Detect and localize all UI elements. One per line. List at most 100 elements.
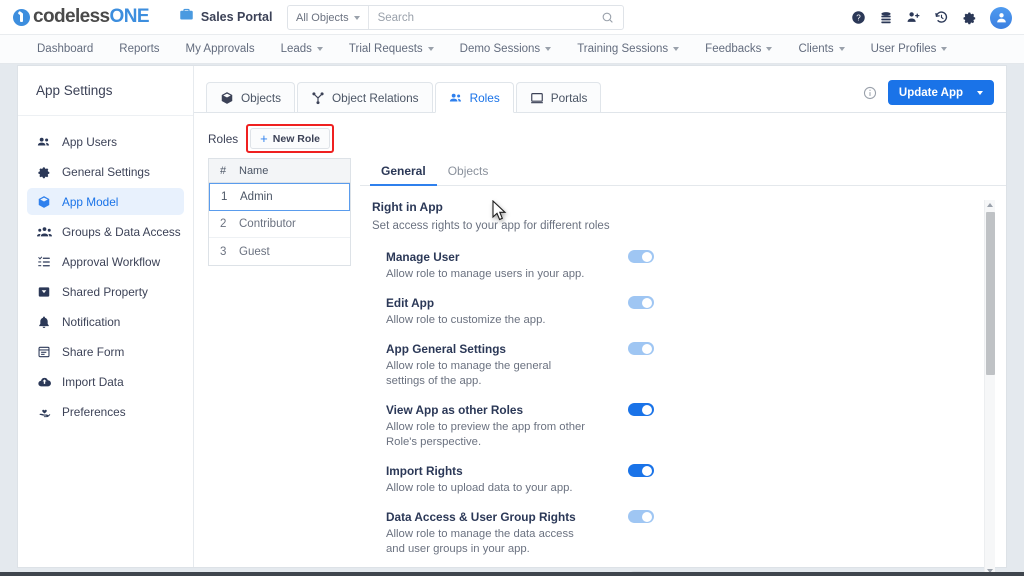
nav-item-label: Leads [281, 43, 312, 55]
right-label: View App as other Roles [386, 403, 956, 417]
sidebar-item-groups-data-access[interactable]: Groups & Data Access [27, 218, 184, 245]
role-index: 1 [210, 191, 240, 203]
history-icon[interactable] [934, 10, 949, 25]
sidebar-list: App Users General Settings App Model Groups… [18, 116, 193, 425]
sidebar-item-general-settings[interactable]: General Settings [27, 158, 184, 185]
right-description: Allow role to customize the app. [386, 313, 586, 328]
right-toggle[interactable] [628, 342, 654, 355]
update-app-label: Update App [899, 87, 963, 99]
new-role-button[interactable]: + New Role [250, 128, 330, 149]
right-toggle[interactable] [628, 296, 654, 309]
table-row[interactable]: 1Admin [209, 183, 350, 211]
role-name: Contributor [239, 218, 296, 230]
nav-item-label: My Approvals [186, 43, 255, 55]
right-toggle[interactable] [628, 403, 654, 416]
sidebar-item-approval-workflow[interactable]: Approval Workflow [27, 248, 184, 275]
right-toggle[interactable] [628, 464, 654, 477]
nav-item-label: Feedbacks [705, 43, 761, 55]
global-search[interactable]: All Objects [287, 5, 624, 30]
main-content: Objects Object Relations RolesPortals Upda… [194, 66, 1006, 567]
column-header-name: Name [239, 165, 268, 177]
update-app-button[interactable]: Update App [888, 80, 994, 105]
gear-icon[interactable] [962, 10, 977, 25]
sidebar-item-preferences[interactable]: Preferences [27, 398, 184, 425]
database-icon[interactable] [879, 11, 893, 25]
nav-item-reports[interactable]: Reports [106, 35, 172, 63]
right-toggle[interactable] [628, 250, 654, 263]
sidebar-item-shared-property[interactable]: Shared Property [27, 278, 184, 305]
hand-heart-icon [36, 405, 52, 419]
nav-item-feedbacks[interactable]: Feedbacks [692, 35, 785, 63]
monitor-icon [530, 91, 544, 105]
right-label: Data Access & User Group Rights [386, 510, 956, 524]
subtab-general[interactable]: General [370, 158, 437, 185]
chevron-down-icon [766, 47, 772, 51]
tab-object-relations[interactable]: Object Relations [297, 82, 433, 112]
role-index: 3 [209, 246, 239, 258]
right-item: Manage UserAllow role to manage users in… [372, 250, 1006, 282]
chevron-down-icon [941, 47, 947, 51]
sidebar-item-label: Approval Workflow [62, 255, 160, 269]
cube-icon [36, 195, 52, 209]
nav-item-user-profiles[interactable]: User Profiles [858, 35, 961, 63]
vertical-scrollbar[interactable] [984, 200, 995, 576]
top-bar: codelessONE Sales Portal All Objects ? [0, 0, 1024, 35]
search-scope-select[interactable]: All Objects [288, 6, 369, 29]
role-detail-panel: GeneralObjects Right in App Set access r… [360, 158, 1006, 576]
nav-item-training-sessions[interactable]: Training Sessions [564, 35, 692, 63]
nav-item-dashboard[interactable]: Dashboard [24, 35, 106, 63]
nav-item-leads[interactable]: Leads [268, 35, 336, 63]
settings-sidebar: App Settings App UsersGeneral SettingsAp… [18, 66, 194, 567]
sidebar-item-app-users[interactable]: App Users [27, 128, 184, 155]
help-icon[interactable]: ? [851, 10, 866, 25]
info-icon[interactable] [863, 86, 877, 100]
right-description: Allow role to upload data to your app. [386, 481, 586, 496]
search-input[interactable] [369, 12, 601, 24]
right-label: Import Rights [386, 464, 956, 478]
nav-item-label: Trial Requests [349, 43, 423, 55]
right-description: Allow role to manage the data access and… [386, 527, 586, 557]
add-user-icon[interactable] [906, 10, 921, 25]
nav-item-label: Training Sessions [577, 43, 668, 55]
app-logo[interactable]: codelessONE [13, 6, 149, 28]
table-row[interactable]: 3Guest [209, 238, 350, 265]
sidebar-item-app-model[interactable]: App Model [27, 188, 184, 215]
nav-item-label: User Profiles [871, 43, 937, 55]
right-description: Allow role to manage users in your app. [386, 267, 586, 282]
nav-item-my-approvals[interactable]: My Approvals [173, 35, 268, 63]
portal-switcher[interactable]: Sales Portal [179, 7, 273, 27]
users-icon [449, 91, 463, 105]
plus-icon: + [260, 132, 268, 145]
nav-item-trial-requests[interactable]: Trial Requests [336, 35, 447, 63]
toggle-knob [642, 298, 652, 308]
tab-objects[interactable]: Objects [206, 82, 295, 112]
subtab-objects[interactable]: Objects [437, 158, 500, 185]
right-toggle[interactable] [628, 510, 654, 523]
chevron-down-icon[interactable] [977, 91, 983, 95]
nav-item-clients[interactable]: Clients [785, 35, 857, 63]
rights-section-subtitle: Set access rights to your app for differ… [372, 220, 1006, 232]
sidebar-item-label: Import Data [62, 375, 124, 389]
toggle-knob [642, 405, 652, 415]
nav-item-label: Clients [798, 43, 833, 55]
table-row[interactable]: 2Contributor [209, 211, 350, 238]
nav-item-demo-sessions[interactable]: Demo Sessions [447, 35, 565, 63]
sidebar-item-import-data[interactable]: Import Data [27, 368, 184, 395]
cube-icon [220, 91, 234, 105]
sidebar-item-label: General Settings [62, 165, 150, 179]
chevron-down-icon [317, 47, 323, 51]
scrollbar-thumb[interactable] [986, 212, 995, 375]
users-icon [36, 135, 52, 149]
right-item: View App as other RolesAllow role to pre… [372, 403, 1006, 450]
caret-up-icon[interactable] [987, 203, 993, 207]
search-icon[interactable] [601, 11, 623, 24]
search-scope-label: All Objects [296, 12, 349, 24]
tab-portals[interactable]: Portals [516, 82, 602, 112]
sidebar-item-notification[interactable]: Notification [27, 308, 184, 335]
toggle-knob [642, 512, 652, 522]
sidebar-item-label: Groups & Data Access [62, 225, 181, 239]
tab-roles[interactable]: Roles [435, 82, 514, 113]
avatar[interactable] [990, 7, 1012, 29]
tab-label: Object Relations [332, 91, 419, 105]
sidebar-item-share-form[interactable]: Share Form [27, 338, 184, 365]
